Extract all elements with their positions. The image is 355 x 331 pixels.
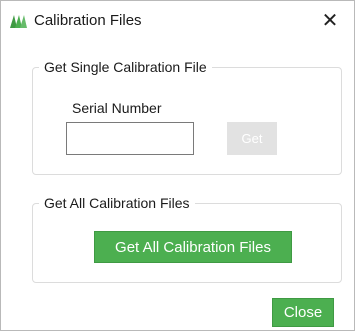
single-file-legend: Get Single Calibration File bbox=[44, 59, 207, 75]
serial-number-input[interactable] bbox=[66, 122, 194, 155]
dialog-title: Calibration Files bbox=[34, 12, 142, 29]
brand-logo-icon bbox=[9, 13, 29, 29]
all-files-legend: Get All Calibration Files bbox=[44, 195, 190, 211]
title-bar[interactable]: Calibration Files ✕ bbox=[1, 1, 354, 43]
get-button[interactable]: Get bbox=[227, 122, 277, 155]
serial-number-label: Serial Number bbox=[72, 100, 162, 116]
calibration-files-dialog: Calibration Files ✕ Get Single Calibrati… bbox=[0, 0, 355, 331]
get-all-files-button[interactable]: Get All Calibration Files bbox=[94, 231, 292, 263]
close-icon[interactable]: ✕ bbox=[318, 9, 342, 33]
single-file-group: Get Single Calibration File bbox=[32, 59, 342, 175]
close-button[interactable]: Close bbox=[272, 298, 334, 327]
